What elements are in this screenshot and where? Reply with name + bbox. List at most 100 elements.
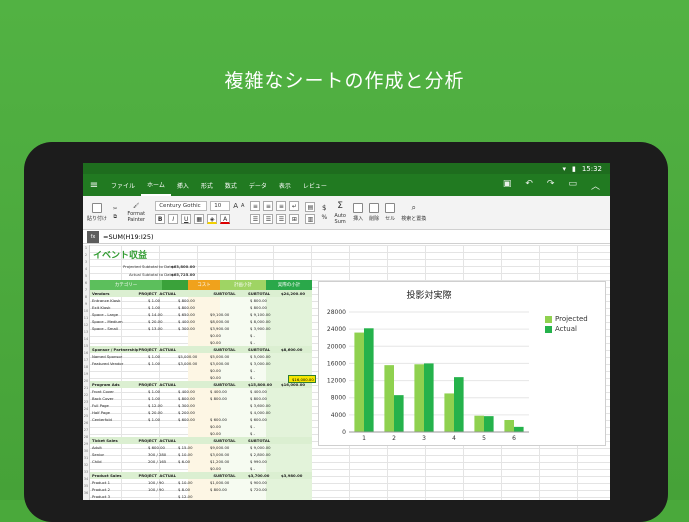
table-cell[interactable]: $ 800.00 (176, 298, 208, 303)
row-number[interactable]: 10 (83, 308, 89, 315)
table-cell[interactable]: $ 800.00 (176, 396, 208, 401)
table-cell[interactable]: $ - (248, 333, 286, 338)
table-cell[interactable]: $0.00 (208, 431, 248, 436)
table-cell[interactable]: $1,000.00 (208, 480, 248, 485)
chart-projected-vs-actual[interactable]: 投影対実際 0 4000 8000 12000 16000 20000 24000 28000… (318, 281, 606, 446)
row-number[interactable]: 31 (83, 455, 89, 462)
section-column-header[interactable]: ACTUAL (157, 291, 183, 296)
row-number[interactable]: 17 (83, 357, 89, 364)
table-cell[interactable]: $5,000.00 (208, 354, 248, 359)
section-column-header[interactable]: SUBTOTAL (211, 291, 246, 296)
table-cell[interactable]: $0.00 (208, 340, 248, 345)
table-cell[interactable]: $ - (248, 368, 286, 373)
table-cell[interactable]: Child (90, 459, 146, 464)
table-cell[interactable]: $ 650.00 (176, 312, 208, 317)
section-column-header[interactable]: SUBTOTAL (211, 473, 246, 478)
table-cell[interactable]: 200 / 165 (146, 459, 176, 464)
table-cell[interactable]: $ 400.00 (208, 389, 248, 394)
table-cell[interactable]: $3,000.00 (208, 361, 248, 366)
row-number[interactable]: 2 (83, 252, 89, 259)
section-name[interactable]: Program Ads (90, 382, 138, 387)
selected-cell[interactable]: $16,000.00 (288, 375, 316, 383)
row-number[interactable]: 21 (83, 385, 89, 392)
row-number[interactable]: 33 (83, 469, 89, 476)
table-cell[interactable]: $ 600.00 (248, 417, 286, 422)
table-cell[interactable]: Full Page (90, 403, 146, 408)
table-cell[interactable]: Space - Medium (90, 319, 146, 324)
table-cell[interactable]: Senior (90, 452, 146, 457)
table-cell[interactable]: $ 990.00 (248, 459, 286, 464)
table-cell[interactable]: $ - (248, 340, 286, 345)
table-cell[interactable]: $1,200.00 (208, 459, 248, 464)
section-column-header[interactable]: $3,980.00 (279, 473, 312, 478)
row-number[interactable]: 24 (83, 406, 89, 413)
section-column-header[interactable]: SUBTOTAL (211, 347, 246, 352)
row-number[interactable]: 9 (83, 301, 89, 308)
table-cell[interactable]: $0.00 (208, 375, 248, 380)
row-number[interactable]: 32 (83, 462, 89, 469)
table-cell[interactable]: $ 2,800.00 (248, 452, 286, 457)
table-cell[interactable]: $ 1.00 (146, 396, 176, 401)
row-number[interactable]: 27 (83, 427, 89, 434)
section-column-header[interactable]: ACTUAL (157, 473, 183, 478)
table-cell[interactable]: $0.00 (208, 466, 248, 471)
section-column-header[interactable]: SUBTOTAL (211, 438, 246, 443)
table-cell[interactable]: Space - Large (90, 312, 146, 317)
table-cell[interactable]: $ 1.00 (146, 389, 176, 394)
table-cell[interactable]: Adult (90, 445, 146, 450)
table-cell[interactable]: $ 800.00 (208, 396, 248, 401)
table-cell[interactable]: $ 20.00 (146, 319, 176, 324)
table-cell[interactable]: 300 / 280 (146, 452, 176, 457)
table-cell[interactable]: $ - (248, 375, 286, 380)
table-cell[interactable]: $ 9,100.00 (248, 312, 286, 317)
row-number[interactable]: 16 (83, 350, 89, 357)
section-column-header[interactable]: PROJECTED (138, 473, 157, 478)
row-number[interactable]: 36 (83, 490, 89, 497)
table-cell[interactable]: $ - (248, 424, 286, 429)
table-cell[interactable]: $ 400.00 (248, 389, 286, 394)
section-column-header[interactable]: SUBTOTAL (246, 438, 279, 443)
row-number[interactable]: 12 (83, 322, 89, 329)
table-cell[interactable]: $ 1.00 (146, 354, 176, 359)
table-cell[interactable]: 100 / 90 (146, 480, 176, 485)
table-cell[interactable]: $0.00 (208, 333, 248, 338)
section-column-header[interactable]: $8,600.00 (279, 347, 312, 352)
section-column-header[interactable]: PROJECTED (138, 291, 157, 296)
row-number[interactable]: 3 (83, 259, 89, 266)
table-cell[interactable]: $ 720.00 (248, 487, 286, 492)
row-number[interactable]: 30 (83, 448, 89, 455)
table-cell[interactable]: $3,000.00 (176, 361, 208, 366)
table-cell[interactable]: $ 5,000.00 (248, 354, 286, 359)
row-number[interactable]: 26 (83, 420, 89, 427)
section-column-header[interactable]: ACTUAL (157, 438, 183, 443)
table-cell[interactable]: $ 4,000.00 (248, 410, 286, 415)
row-number[interactable]: 29 (83, 441, 89, 448)
section-name[interactable]: Sponsor / Partnerships (90, 347, 138, 352)
table-cell[interactable]: Product 1 (90, 480, 146, 485)
section-column-header[interactable]: $15,800.00 (246, 382, 279, 387)
table-cell[interactable]: Space - Small (90, 326, 146, 331)
row-number[interactable]: 11 (83, 315, 89, 322)
table-cell[interactable]: $ 600.00 (208, 417, 248, 422)
table-cell[interactable]: Exit Kiosk (90, 305, 146, 310)
row-number[interactable]: 34 (83, 476, 89, 483)
table-cell[interactable]: $ 10.00 (176, 452, 208, 457)
table-cell[interactable]: $ 20.00 (146, 410, 176, 415)
table-cell[interactable]: Centerfold (90, 417, 146, 422)
row-number[interactable]: 22 (83, 392, 89, 399)
section-column-header[interactable]: SUBTOTAL (211, 382, 246, 387)
section-column-header[interactable]: PROJECTED (138, 382, 157, 387)
table-cell[interactable]: 100 / 90 (146, 487, 176, 492)
table-cell[interactable]: $ 800.00 (248, 396, 286, 401)
table-cell[interactable]: $ 12.00 (146, 403, 176, 408)
table-cell[interactable]: $ 12.00 (176, 494, 208, 499)
table-cell[interactable]: Entrance Kiosk (90, 298, 146, 303)
table-cell[interactable]: $ 300.00 (176, 403, 208, 408)
table-cell[interactable]: $8,000.00 (208, 319, 248, 324)
section-column-header[interactable]: ACTUAL (157, 382, 183, 387)
table-cell[interactable]: $ 1.00 (146, 361, 176, 366)
table-cell[interactable]: Named Sponsor (90, 354, 146, 359)
table-cell[interactable]: Featured Vendor (90, 361, 146, 366)
table-cell[interactable]: $ 900.00 (248, 480, 286, 485)
table-cell[interactable]: $0.00 (208, 424, 248, 429)
